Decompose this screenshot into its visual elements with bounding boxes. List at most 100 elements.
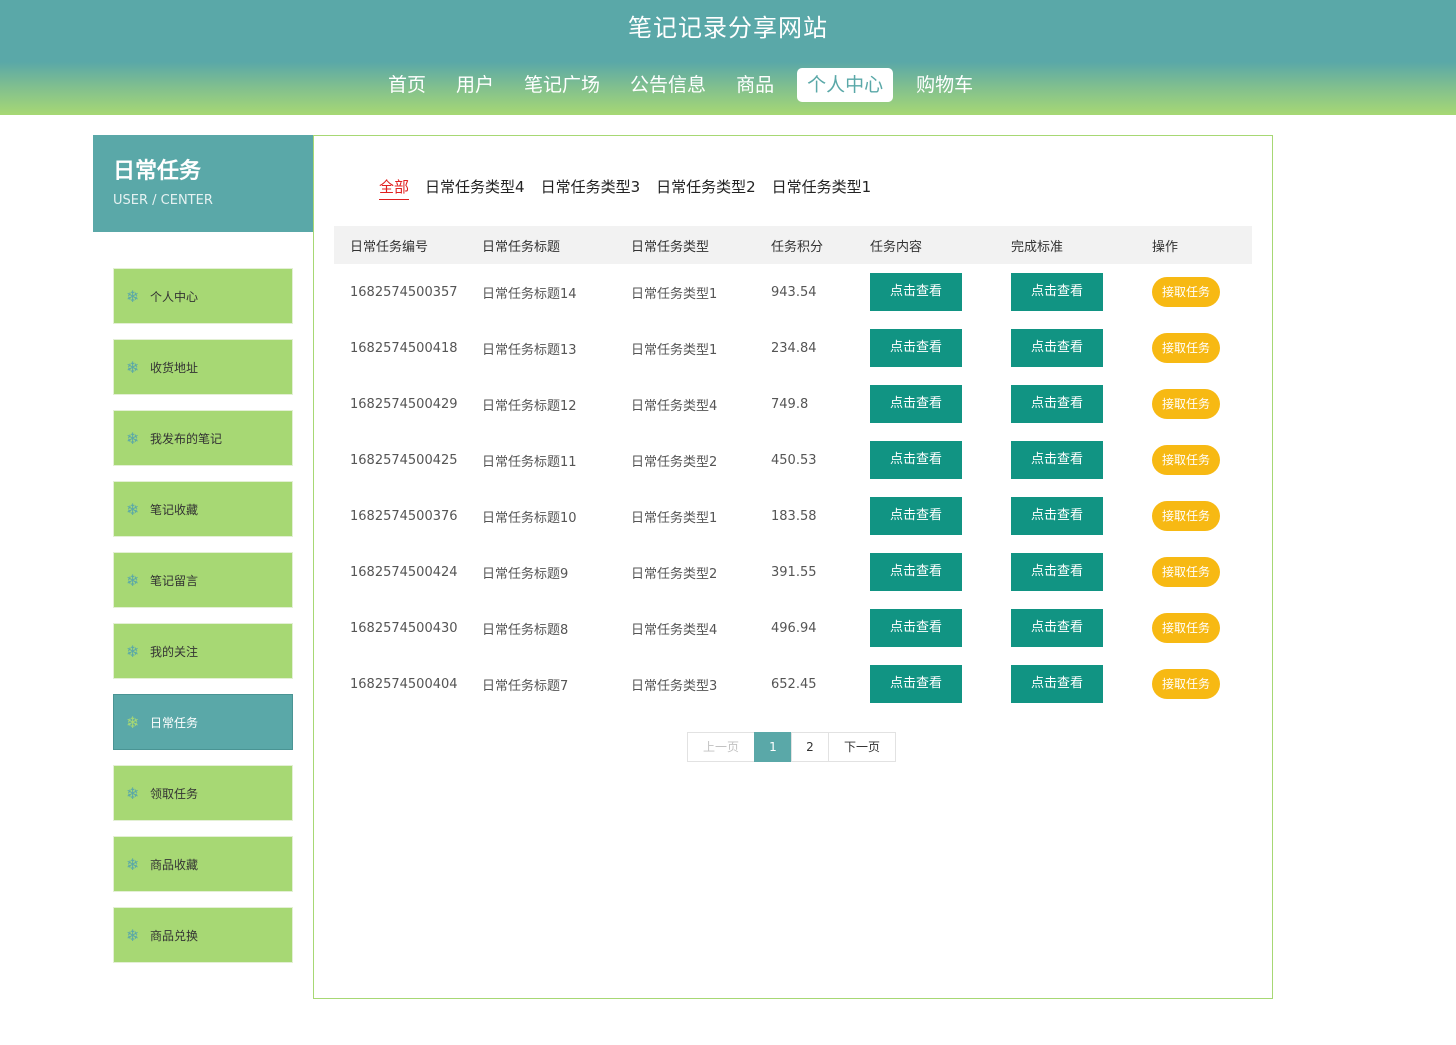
cell-actions: 接取任务 xyxy=(1152,669,1252,699)
sidebar-item[interactable]: ❄ 我的关注 xyxy=(113,623,293,679)
sidebar-item-label: 领取任务 xyxy=(150,786,199,801)
view-standard-button[interactable]: 点击查看 xyxy=(1011,553,1103,591)
snowflake-icon: ❄ xyxy=(126,499,140,519)
view-content-button[interactable]: 点击查看 xyxy=(870,553,962,591)
header-task-type: 日常任务类型 xyxy=(631,239,710,255)
nav-cart[interactable]: 购物车 xyxy=(901,68,988,102)
cell-task-content: 点击查看 xyxy=(870,273,1011,311)
take-task-button[interactable]: 接取任务 xyxy=(1152,333,1220,363)
take-task-button[interactable]: 接取任务 xyxy=(1152,613,1220,643)
cell-task-type: 日常任务类型4 xyxy=(631,622,718,638)
header-actions: 操作 xyxy=(1152,239,1179,255)
cell-task-type: 日常任务类型1 xyxy=(631,286,718,302)
sidebar-item[interactable]: ❄ 领取任务 xyxy=(113,765,293,821)
prev-page-button[interactable]: 上一页 xyxy=(687,732,755,762)
cell-task-points: 391.55 xyxy=(771,564,817,580)
view-standard-button[interactable]: 点击查看 xyxy=(1011,665,1103,703)
cell-completion-standard: 点击查看 xyxy=(1011,273,1152,311)
filter-tab[interactable]: 全部 xyxy=(379,176,410,200)
sidebar-item[interactable]: ❄ 我发布的笔记 xyxy=(113,410,293,466)
view-content-button[interactable]: 点击查看 xyxy=(870,441,962,479)
cell-completion-standard: 点击查看 xyxy=(1011,441,1152,479)
filter-tab[interactable]: 日常任务类型2 xyxy=(656,176,756,200)
cell-task-content: 点击查看 xyxy=(870,553,1011,591)
cell-task-id: 1682574500429 xyxy=(350,396,458,412)
cell-completion-standard: 点击查看 xyxy=(1011,609,1152,647)
page-number-button[interactable]: 2 xyxy=(791,732,829,762)
take-task-button[interactable]: 接取任务 xyxy=(1152,389,1220,419)
sidebar-item[interactable]: ❄ 笔记收藏 xyxy=(113,481,293,537)
cell-task-points: 652.45 xyxy=(771,676,817,692)
sidebar-item[interactable]: ❄ 个人中心 xyxy=(113,268,293,324)
sidebar-item-label: 日常任务 xyxy=(150,715,199,730)
filter-tab[interactable]: 日常任务类型1 xyxy=(772,176,872,200)
sidebar-item[interactable]: ❄ 商品兑换 xyxy=(113,907,293,963)
sidebar-item[interactable]: ❄ 收货地址 xyxy=(113,339,293,395)
next-page-button[interactable]: 下一页 xyxy=(828,732,896,762)
cell-task-content: 点击查看 xyxy=(870,665,1011,703)
main-panel: 全部 日常任务类型4 日常任务类型3 日常任务类型2 日常任务类型1 日常任务编号 日常… xyxy=(313,135,1273,999)
cell-task-points: 496.94 xyxy=(771,620,817,636)
cell-task-id: 1682574500418 xyxy=(350,340,458,356)
take-task-button[interactable]: 接取任务 xyxy=(1152,445,1220,475)
take-task-button[interactable]: 接取任务 xyxy=(1152,669,1220,699)
view-standard-button[interactable]: 点击查看 xyxy=(1011,497,1103,535)
view-content-button[interactable]: 点击查看 xyxy=(870,497,962,535)
take-task-button[interactable]: 接取任务 xyxy=(1152,557,1220,587)
view-content-button[interactable]: 点击查看 xyxy=(870,609,962,647)
view-standard-button[interactable]: 点击查看 xyxy=(1011,329,1103,367)
table-header: 日常任务编号 日常任务标题 日常任务类型 任务积分 任务内容 完成标准 操作 xyxy=(334,226,1252,264)
sidebar-item-label: 收货地址 xyxy=(150,360,199,375)
filter-tab[interactable]: 日常任务类型4 xyxy=(425,176,525,200)
sidebar-item[interactable]: ❄ 笔记留言 xyxy=(113,552,293,608)
cell-completion-standard: 点击查看 xyxy=(1011,497,1152,535)
cell-actions: 接取任务 xyxy=(1152,613,1252,643)
cell-task-title: 日常任务标题7 xyxy=(482,678,569,694)
view-standard-button[interactable]: 点击查看 xyxy=(1011,385,1103,423)
view-content-button[interactable]: 点击查看 xyxy=(870,665,962,703)
nav-announcements[interactable]: 公告信息 xyxy=(615,68,721,102)
snowflake-icon: ❄ xyxy=(126,641,140,661)
nav-personal-center[interactable]: 个人中心 xyxy=(797,68,894,102)
cell-actions: 接取任务 xyxy=(1152,277,1252,307)
snowflake-icon: ❄ xyxy=(126,286,140,306)
cell-task-type: 日常任务类型4 xyxy=(631,398,718,414)
page-number-button[interactable]: 1 xyxy=(754,732,792,762)
cell-task-type: 日常任务类型2 xyxy=(631,454,718,470)
header-task-id: 日常任务编号 xyxy=(350,239,429,255)
take-task-button[interactable]: 接取任务 xyxy=(1152,501,1220,531)
cell-task-title: 日常任务标题14 xyxy=(482,286,577,302)
sidebar-item-label: 笔记收藏 xyxy=(150,502,199,517)
type-filter-tabs: 全部 日常任务类型4 日常任务类型3 日常任务类型2 日常任务类型1 xyxy=(379,176,887,200)
cell-task-title: 日常任务标题8 xyxy=(482,622,569,638)
sidebar-item-label: 我的关注 xyxy=(150,644,199,659)
nav-users[interactable]: 用户 xyxy=(441,68,509,102)
view-standard-button[interactable]: 点击查看 xyxy=(1011,273,1103,311)
view-content-button[interactable]: 点击查看 xyxy=(870,273,962,311)
cell-actions: 接取任务 xyxy=(1152,501,1252,531)
header-completion-standard: 完成标准 xyxy=(1011,239,1064,255)
cell-task-points: 749.8 xyxy=(771,396,809,412)
nav-notes-square[interactable]: 笔记广场 xyxy=(509,68,615,102)
task-table: 日常任务编号 日常任务标题 日常任务类型 任务积分 任务内容 完成标准 操作 1… xyxy=(334,226,1252,712)
nav-products[interactable]: 商品 xyxy=(721,68,789,102)
sidebar-title: 日常任务 xyxy=(113,159,202,184)
table-row: 1682574500429 日常任务标题12 日常任务类型4 749.8 点击查看 点击查… xyxy=(334,376,1252,432)
table-row: 1682574500418 日常任务标题13 日常任务类型1 234.84 点击查看 点击… xyxy=(334,320,1252,376)
cell-completion-standard: 点击查看 xyxy=(1011,665,1152,703)
filter-tab[interactable]: 日常任务类型3 xyxy=(541,176,641,200)
cell-task-title: 日常任务标题10 xyxy=(482,510,577,526)
sidebar-item[interactable]: ❄ 商品收藏 xyxy=(113,836,293,892)
view-content-button[interactable]: 点击查看 xyxy=(870,329,962,367)
main-nav: 首页 用户 笔记广场 公告信息 商品 个人中心 购物车 xyxy=(373,68,988,102)
nav-home[interactable]: 首页 xyxy=(373,68,441,102)
view-content-button[interactable]: 点击查看 xyxy=(870,385,962,423)
cell-task-title: 日常任务标题12 xyxy=(482,398,577,414)
sidebar-item[interactable]: ❄ 日常任务 xyxy=(113,694,293,750)
cell-task-id: 1682574500376 xyxy=(350,508,458,524)
view-standard-button[interactable]: 点击查看 xyxy=(1011,609,1103,647)
take-task-button[interactable]: 接取任务 xyxy=(1152,277,1220,307)
cell-actions: 接取任务 xyxy=(1152,557,1252,587)
view-standard-button[interactable]: 点击查看 xyxy=(1011,441,1103,479)
cell-task-points: 943.54 xyxy=(771,284,817,300)
